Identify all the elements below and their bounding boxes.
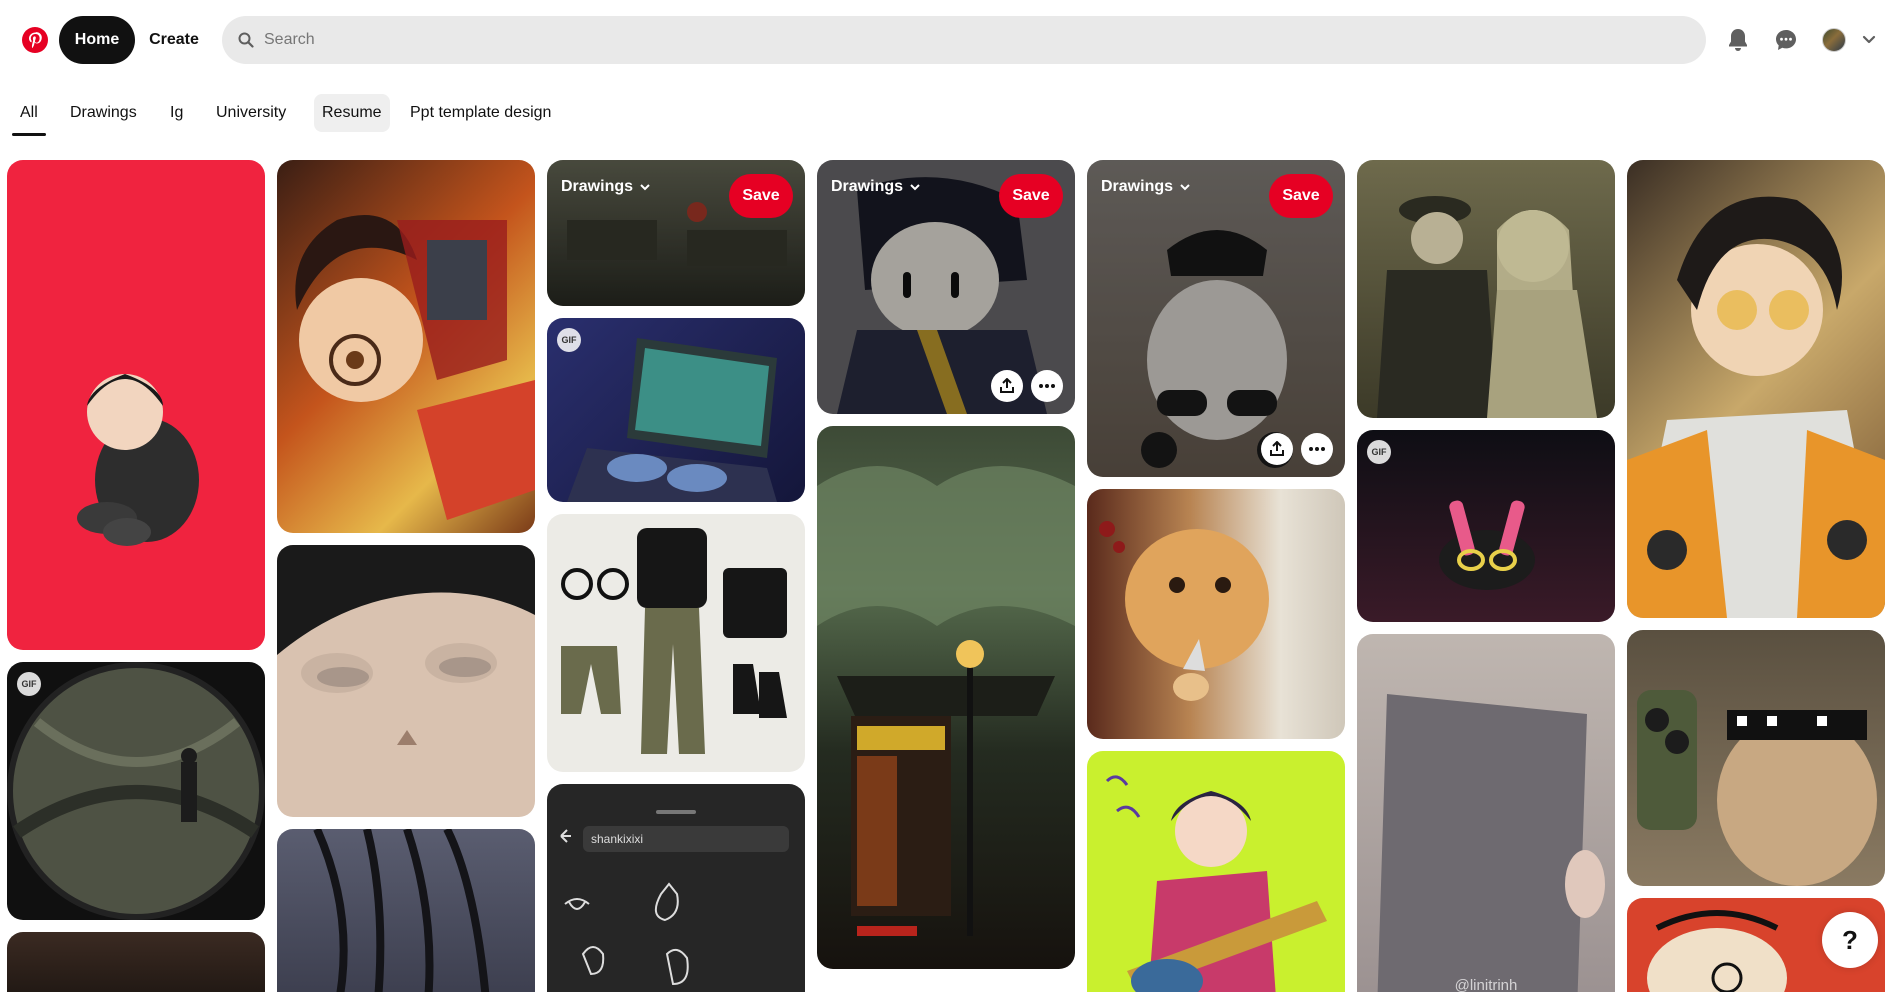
- pin-card[interactable]: [1087, 489, 1345, 739]
- create-button[interactable]: Create: [140, 16, 208, 64]
- board-select[interactable]: Drawings: [831, 178, 921, 196]
- pin-card[interactable]: Drawings Save: [547, 160, 805, 306]
- pin-image: [1087, 489, 1345, 739]
- pin-image: [1357, 160, 1615, 418]
- more-icon[interactable]: [1031, 370, 1063, 402]
- home-button[interactable]: Home: [59, 16, 135, 64]
- pin-card[interactable]: [7, 932, 265, 992]
- pin-card[interactable]: @linitrinh: [1357, 634, 1615, 992]
- board-tabs: All Drawings Ig University Resume Ppt te…: [0, 92, 1888, 136]
- chevron-down-icon: [910, 184, 920, 191]
- gif-badge: GIF: [557, 328, 581, 352]
- gif-badge: GIF: [1367, 440, 1391, 464]
- pin-card[interactable]: [7, 160, 265, 650]
- tab-ppt-template-design[interactable]: Ppt template design: [402, 94, 559, 132]
- board-label: Drawings: [561, 178, 634, 195]
- board-select[interactable]: Drawings: [561, 178, 651, 196]
- tab-drawings[interactable]: Drawings: [62, 94, 145, 132]
- save-button[interactable]: Save: [1269, 174, 1333, 218]
- pin-card[interactable]: [1627, 160, 1885, 618]
- share-icon[interactable]: [991, 370, 1023, 402]
- pin-image: [817, 426, 1075, 969]
- chat-icon[interactable]: [1770, 24, 1802, 56]
- pin-card[interactable]: [1627, 630, 1885, 886]
- bell-icon[interactable]: [1722, 24, 1754, 56]
- pinterest-logo-icon[interactable]: [22, 27, 48, 53]
- tab-all[interactable]: All: [12, 94, 46, 136]
- pin-image: [1357, 634, 1615, 992]
- pin-card[interactable]: shankixixi: [547, 784, 805, 992]
- share-icon[interactable]: [1261, 433, 1293, 465]
- search-icon: [238, 32, 254, 48]
- pin-image: [277, 829, 535, 992]
- pin-image: [547, 318, 805, 502]
- chevron-down-icon[interactable]: [1860, 30, 1878, 48]
- pin-card[interactable]: GIF: [547, 318, 805, 502]
- pin-card[interactable]: [547, 514, 805, 772]
- watermark-text: @linitrinh: [1454, 977, 1518, 992]
- tab-resume[interactable]: Resume: [314, 94, 390, 132]
- pin-card[interactable]: [1357, 160, 1615, 418]
- search-bar[interactable]: [222, 16, 1706, 64]
- pin-image: [7, 160, 265, 650]
- pin-image: [1627, 160, 1885, 618]
- chevron-down-icon: [640, 184, 650, 191]
- pin-image: [277, 545, 535, 817]
- pin-image: [1087, 751, 1345, 992]
- pin-image: [547, 514, 805, 772]
- board-label: Drawings: [831, 178, 904, 195]
- tab-ig[interactable]: Ig: [162, 94, 191, 132]
- board-select[interactable]: Drawings: [1101, 178, 1191, 196]
- avatar[interactable]: [1822, 28, 1846, 52]
- pin-card[interactable]: [277, 829, 535, 992]
- save-button[interactable]: Save: [729, 174, 793, 218]
- search-input[interactable]: [264, 31, 1664, 49]
- save-button[interactable]: Save: [999, 174, 1063, 218]
- pin-image: [1357, 430, 1615, 622]
- more-icon[interactable]: [1301, 433, 1333, 465]
- pin-card[interactable]: [277, 545, 535, 817]
- pin-image: [1627, 630, 1885, 886]
- pin-card[interactable]: GIF: [7, 662, 265, 920]
- pin-card[interactable]: [1087, 751, 1345, 992]
- pin-image: [277, 160, 535, 533]
- tab-university[interactable]: University: [208, 94, 294, 132]
- pin-image: [7, 932, 265, 992]
- pin-card[interactable]: Drawings Save: [1087, 160, 1345, 477]
- chevron-down-icon: [1180, 184, 1190, 191]
- board-label: Drawings: [1101, 178, 1174, 195]
- gif-badge: GIF: [17, 672, 41, 696]
- pin-image: [7, 662, 265, 920]
- help-button[interactable]: ?: [1822, 912, 1878, 968]
- top-header: Home Create: [0, 0, 1888, 80]
- search-text: shankixixi: [583, 826, 789, 852]
- pin-card[interactable]: Drawings Save: [817, 160, 1075, 414]
- pin-image: [547, 784, 805, 992]
- pin-card[interactable]: [277, 160, 535, 533]
- pin-card[interactable]: [817, 426, 1075, 969]
- pin-card[interactable]: GIF: [1357, 430, 1615, 622]
